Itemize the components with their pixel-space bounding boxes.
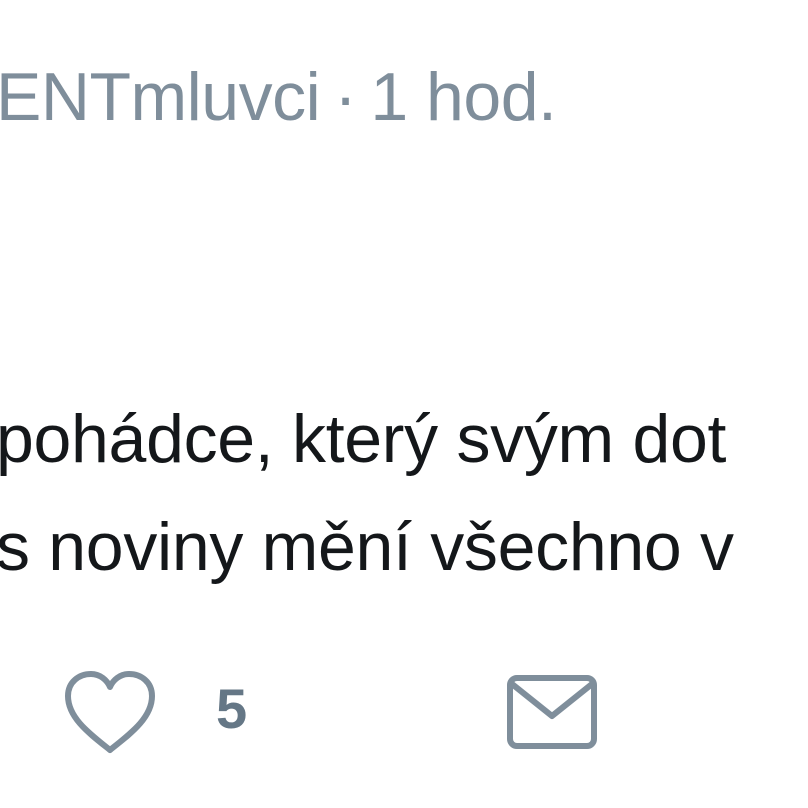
envelope-icon — [507, 675, 597, 749]
tweet-timestamp[interactable]: 1 hod. — [370, 59, 557, 135]
tweet-text-line: pohádce, který svým dot — [0, 401, 727, 477]
header-separator: · — [334, 59, 357, 135]
author-handle[interactable]: ENTmluvci — [0, 59, 321, 135]
tweet-actions: 5 — [0, 660, 808, 770]
like-button[interactable] — [62, 668, 158, 758]
like-count: 5 — [216, 677, 248, 740]
direct-message-button[interactable] — [506, 674, 598, 750]
tweet-text-line: s noviny mění všechno v — [0, 509, 734, 585]
heart-outline-icon — [65, 671, 155, 753]
tweet-text: pohádce, který svým dot s noviny mění vš… — [0, 385, 734, 601]
tweet-header: ENTmluvci · 1 hod. — [0, 52, 557, 142]
